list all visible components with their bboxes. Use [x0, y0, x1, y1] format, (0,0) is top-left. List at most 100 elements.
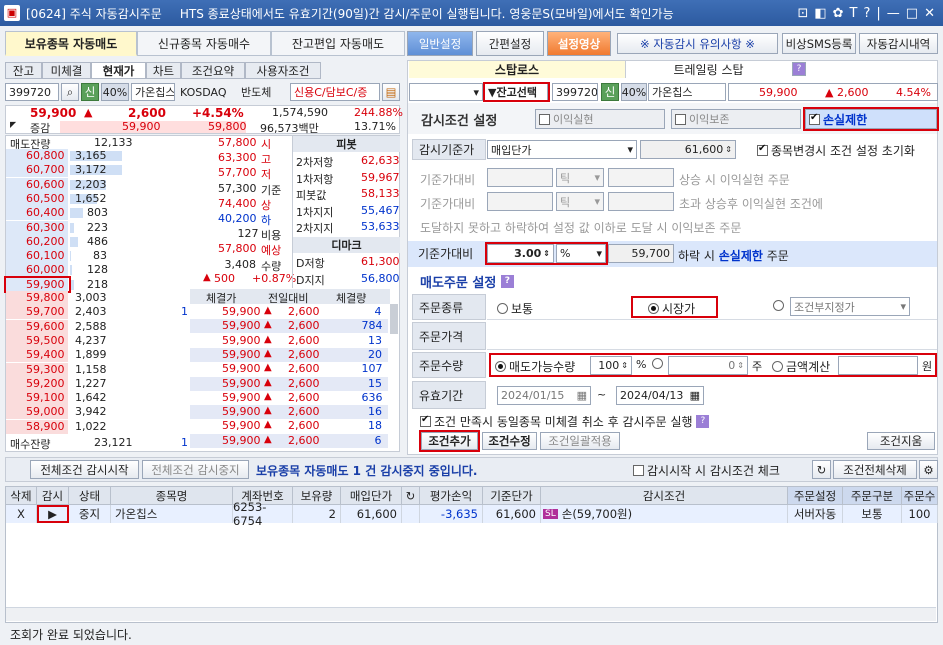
table-header[interactable]: 매입단가 [341, 487, 402, 505]
titlebar-icon[interactable]: ✕ [924, 6, 935, 21]
table-header[interactable]: 평가손익 [420, 487, 483, 505]
delete-all-button[interactable]: 조건전체삭제 [833, 460, 917, 479]
table-header[interactable]: 기준단가 [483, 487, 541, 505]
bid-price[interactable]: 59,100 [26, 391, 65, 404]
preserve-checkbox[interactable]: 이익보존 [671, 109, 801, 129]
search-icon[interactable]: ⌕ [61, 83, 79, 101]
general-settings-button[interactable]: 일반설정 [407, 31, 473, 56]
bid-price[interactable]: 59,000 [26, 405, 65, 418]
order-cond-radio[interactable] [773, 300, 787, 311]
bid-price[interactable]: 59,200 [26, 377, 65, 390]
stock-code-input[interactable]: 399720 [5, 83, 59, 101]
ask-price[interactable]: 60,300 [26, 221, 65, 234]
reset-checkbox[interactable]: 종목변경시 조건 설정 초기화 [757, 142, 915, 159]
bid-price[interactable]: 59,600 [26, 320, 65, 333]
bid-price[interactable]: 59,700 [26, 305, 65, 318]
ask-price[interactable]: 59,900 [4, 275, 71, 293]
ask-price[interactable]: 60,700 [26, 163, 65, 176]
table-header[interactable]: 상태 [69, 487, 111, 505]
delete-cond-button[interactable]: 조건지움 [867, 432, 935, 450]
help-icon[interactable]: ? [500, 275, 514, 288]
horizontal-scrollbar[interactable] [6, 607, 936, 621]
caution-button[interactable]: ※ 자동감시 유의사항 ※ [617, 33, 778, 54]
tab-new-autobuy[interactable]: 신규종목 자동매수 [137, 31, 271, 56]
qty-value-input[interactable]: 0 ⇕ [668, 356, 748, 375]
qty-value-radio[interactable] [652, 358, 666, 369]
account-select[interactable]: ▾ [409, 83, 483, 101]
trades-scrollbar[interactable] [390, 304, 398, 334]
base-row-input[interactable] [487, 168, 553, 187]
start-all-button[interactable]: 전체조건 감시시작 [30, 460, 139, 479]
valid-to-input[interactable]: 2024/04/13 ▦ [616, 386, 704, 405]
ask-price[interactable]: 60,200 [26, 235, 65, 248]
ask-price[interactable]: 60,500 [26, 192, 65, 205]
left-tab-4[interactable]: 조건요약 [181, 62, 245, 79]
table-header[interactable]: 감시 [37, 487, 69, 505]
sellable-qty-radio[interactable]: 매도가능수량 [495, 358, 575, 375]
tab-trailing-stop[interactable]: 트레일링 스탑 [625, 61, 791, 78]
table-header[interactable]: 주문구분 [843, 487, 902, 505]
autowatch-history-button[interactable]: 자동감시내역 [859, 33, 938, 54]
ask-price[interactable]: 60,400 [26, 206, 65, 219]
cancel-note-checkbox[interactable]: 조건 만족시 동일종목 미체결 취소 후 감시주문 실행 ? [420, 413, 710, 430]
titlebar-icon[interactable]: □ [906, 6, 918, 21]
cond-price-select[interactable]: 조건부지정가 ▾ [790, 297, 910, 316]
batch-cond-button[interactable]: 조건일괄적용 [540, 432, 620, 450]
titlebar-icon[interactable]: ✿ [833, 6, 844, 21]
base-row-unit[interactable]: 틱 ▾ [556, 168, 604, 187]
table-header[interactable]: 주문설정 [788, 487, 843, 505]
titlebar-icon[interactable]: ? [864, 6, 871, 21]
play-icon[interactable]: ▶ [37, 505, 69, 523]
left-tab-1[interactable]: 미체결 [42, 62, 91, 79]
table-header[interactable]: 삭제 [6, 487, 37, 505]
sms-register-button[interactable]: 비상SMS등록 [782, 33, 856, 54]
bid-price[interactable]: 59,500 [26, 334, 65, 347]
ask-price[interactable]: 60,000 [26, 263, 65, 276]
titlebar-controls[interactable]: ⊡ ◧ ✿ T? | — □ ✕ [797, 6, 935, 21]
help-icon[interactable]: ? [792, 62, 806, 76]
titlebar-icon[interactable]: ⊡ [797, 6, 808, 21]
tab-stoploss[interactable]: 스탑로스 [409, 61, 625, 78]
tab-balance-autosell[interactable]: 잔고편입 자동매도 [271, 31, 405, 56]
modify-cond-button[interactable]: 조건수정 [482, 432, 537, 450]
titlebar-icon[interactable]: ◧ [814, 6, 826, 21]
stop-all-button[interactable]: 전체조건 감시중지 [142, 460, 249, 479]
right-stock-code[interactable]: 399720 [552, 83, 598, 101]
ask-price[interactable]: 60,800 [26, 149, 65, 162]
table-header[interactable]: 감시조건 [541, 487, 788, 505]
table-header[interactable]: 종목명 [111, 487, 233, 505]
bid-price[interactable]: 59,300 [26, 363, 65, 376]
valid-from-input[interactable]: 2024/01/15 ▦ [497, 386, 591, 405]
left-tab-3[interactable]: 차트 [146, 62, 181, 79]
base-row-unit[interactable]: 틱 ▾ [556, 192, 604, 211]
table-header[interactable]: 주문수 [902, 487, 938, 505]
simple-settings-button[interactable]: 간편설정 [476, 31, 544, 56]
refresh-icon[interactable]: ↻ [812, 460, 831, 479]
amount-radio[interactable]: 금액계산 [772, 358, 830, 375]
bid-price[interactable]: 59,800 [26, 291, 65, 304]
refresh-icon[interactable]: ↻ [402, 487, 420, 505]
profit-checkbox[interactable]: 이익실현 [535, 109, 665, 129]
tab-holding-autosell[interactable]: 보유종목 자동매도 [5, 31, 137, 56]
left-tab-2[interactable]: 현재가 [91, 62, 146, 79]
qty-pct-input[interactable]: 100 ⇕ [590, 356, 632, 375]
left-tab-5[interactable]: 사용자조건 [245, 62, 321, 79]
base-select[interactable]: 매입단가 ▾ [487, 140, 637, 159]
memo-icon[interactable]: ▤ [382, 83, 400, 101]
settings-video-button[interactable]: 설정영상 [547, 31, 611, 56]
amount-input[interactable] [838, 356, 918, 375]
left-tab-0[interactable]: 잔고 [5, 62, 42, 79]
base-row-input[interactable] [487, 192, 553, 211]
order-normal-radio[interactable]: 보통 [497, 300, 533, 317]
bid-price[interactable]: 58,900 [26, 420, 65, 433]
ask-price[interactable]: 60,600 [26, 178, 65, 191]
gear-icon[interactable]: ⚙ [919, 460, 938, 479]
ask-price[interactable]: 60,100 [26, 249, 65, 262]
table-cell-del[interactable]: X [6, 505, 37, 523]
start-check-checkbox[interactable]: 감시시작 시 감시조건 체크 [633, 462, 780, 479]
titlebar-icon[interactable]: — [887, 6, 900, 21]
table-header[interactable]: 보유량 [293, 487, 341, 505]
help-icon[interactable]: ? [696, 415, 710, 428]
titlebar-icon[interactable]: | [876, 6, 880, 21]
bid-price[interactable]: 59,400 [26, 348, 65, 361]
